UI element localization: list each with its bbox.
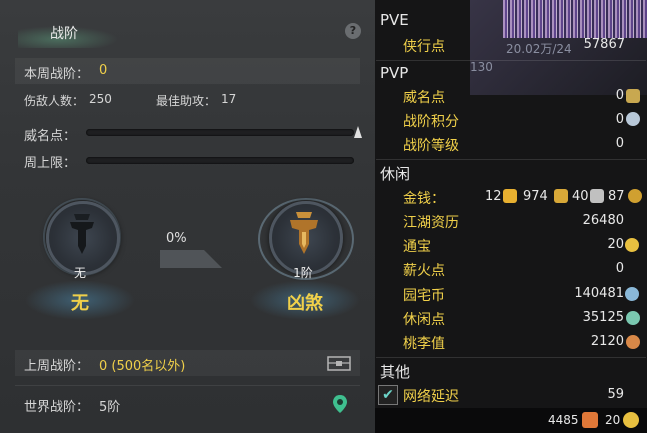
fire-points-label: 薪火点 [403,263,445,279]
weekly-cap-label: 周上限： [24,156,77,171]
tongbao-coin-icon[interactable] [623,412,639,428]
pve-heading: PVE [380,11,409,29]
housing-coin-label: 园宅币 [403,288,445,304]
bottom-points-value: 4485 [548,413,579,427]
money-gold: 12 [485,189,502,204]
latency-label: 网络延迟 [403,389,459,405]
world-rank-label: 世界战阶： [24,400,90,415]
help-icon[interactable]: ? [345,23,361,39]
background-level: 130 [470,60,493,74]
jianghu-exp-value: 26480 [582,213,624,228]
background-text: 20.02万/24 [506,42,572,56]
section-line [376,357,646,358]
jianghu-exp-label: 江湖资历 [403,215,459,231]
weekly-rank-value: 0 [99,63,108,78]
housing-coin-icon [625,287,639,301]
copper-ingot-icon [590,189,604,203]
latency-value: 59 [607,387,624,402]
housing-coin-value: 140481 [574,286,624,301]
chivalry-points-value: 57867 [583,37,625,52]
other-heading: 其他 [380,363,411,381]
panel-header: 战阶 ? [0,14,375,50]
leisure-points-value: 35125 [582,310,624,325]
rank-progress-percent: 0% [166,231,187,246]
next-rank-name: 凶煞 [287,293,323,314]
rank-score-label: 战阶积分 [403,114,459,130]
pvp-heading: PVP [380,64,409,82]
reward-chest-icon[interactable] [327,354,351,372]
gold-ingot-icon [503,189,517,203]
tongbao-coin-icon [625,238,639,252]
section-line [376,159,646,160]
rank-level-label: 战阶等级 [403,138,459,154]
section-line [376,60,646,61]
world-rank-value: 5阶 [99,400,121,415]
prestige-label: 威名点： [24,129,77,144]
points-icon[interactable] [582,412,598,428]
silver-ingot-icon [554,189,568,203]
prestige-icon [626,89,640,103]
last-week-label: 上周战阶： [24,359,90,374]
tongbao-label: 通宝 [403,239,431,255]
next-rank-caption: 1阶 [293,266,313,280]
kills-label: 伤敌人数： [24,94,85,108]
kills-value: 250 [89,92,112,106]
money-label: 金钱： [403,191,445,207]
current-rank-caption: 无 [73,266,86,280]
current-rank-name: 无 [71,293,89,314]
leisure-heading: 休闲 [380,165,411,183]
bell-emblem-icon [70,214,94,254]
rank-score-icon [626,112,640,126]
section-divider [15,385,360,386]
assists-value: 17 [221,92,237,106]
last-week-value: 0 (500名以外) [99,359,186,374]
prestige-points-value: 0 [615,88,624,103]
leisure-points-label: 休闲点 [403,312,445,328]
rank-score-value: 0 [615,112,624,127]
weekly-rank-label: 本周战阶： [24,67,90,82]
bell-emblem-gold-icon [290,212,318,254]
fire-points-value: 0 [615,261,624,276]
progress-marker-icon [354,126,362,138]
location-pin-icon[interactable] [332,394,348,414]
leisure-points-icon [626,311,640,325]
panel-title: 战阶 [50,26,78,42]
progress-arrow-icon [160,250,222,268]
taoli-value: 2120 [590,334,624,349]
money-silver: 974 [523,189,548,204]
weekly-cap-bar [86,157,354,164]
taoli-value-label: 桃李值 [403,336,445,352]
tongbao-value: 20 [607,237,624,252]
prestige-points-label: 威名点 [403,90,445,106]
chivalry-points-label: 侠行点 [403,39,445,55]
coin-icon [628,189,642,203]
rank-level-value: 0 [615,136,624,151]
prestige-progress-bar [86,129,354,136]
money-wen: 87 [608,189,625,204]
money-copper: 40 [572,189,589,204]
latency-checkbox[interactable]: ✔ [378,385,398,405]
background-banner [503,0,647,38]
gourd-icon [626,335,640,349]
bottom-coins-value: 20 [605,413,621,427]
assists-label: 最佳助攻： [156,94,217,108]
